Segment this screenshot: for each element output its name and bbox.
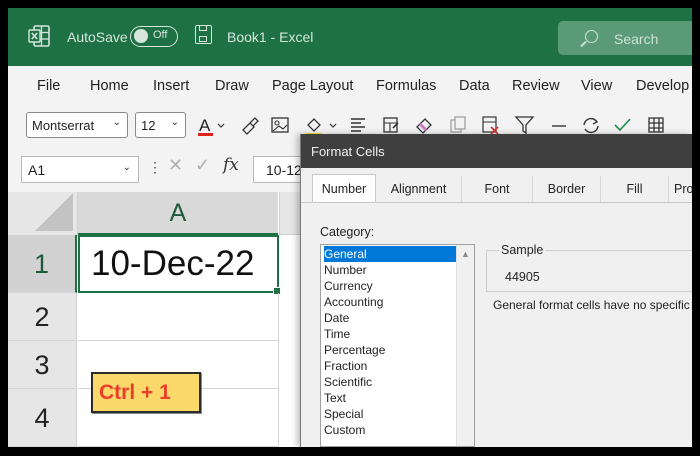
row-header-3[interactable]: 3	[8, 341, 77, 389]
copy-icon[interactable]	[448, 115, 468, 135]
tab-developer[interactable]: Develop	[636, 78, 689, 94]
filter-icon[interactable]	[514, 115, 536, 135]
row-header-4[interactable]: 4	[8, 389, 77, 447]
category-item[interactable]: Date	[324, 310, 457, 326]
ribbon-tabs: File Home Insert Draw Page Layout Formul…	[8, 66, 692, 106]
dialog-title-bar[interactable]: Format Cells	[301, 134, 692, 168]
tab-file[interactable]: File	[37, 78, 60, 94]
tab-alignment[interactable]: Alignment	[376, 176, 462, 202]
tab-fill[interactable]: Fill	[601, 176, 669, 202]
save-icon[interactable]	[195, 25, 212, 44]
document-title: Book1 - Excel	[227, 29, 314, 45]
listbox-scrollbar[interactable]: ▲	[456, 245, 474, 446]
font-name-value: Montserrat	[32, 118, 95, 133]
more-options-icon[interactable]: ⋮	[148, 159, 162, 176]
format-icon[interactable]	[381, 115, 401, 135]
font-size-dropdown[interactable]: 12 ⌄	[135, 112, 186, 138]
eraser-icon[interactable]	[414, 115, 434, 135]
title-bar: AutoSave Off Book1 - Excel Search	[8, 8, 692, 66]
autosave-label: AutoSave	[67, 29, 128, 45]
name-box-value: A1	[28, 162, 46, 178]
grid-icon[interactable]	[646, 115, 666, 135]
format-cells-dialog: Format Cells Number Alignment Font Borde…	[300, 134, 692, 447]
refresh-icon[interactable]	[580, 115, 602, 135]
category-item[interactable]: Fraction	[324, 358, 457, 374]
excel-logo-icon	[28, 25, 50, 47]
search-label: Search	[614, 31, 659, 47]
tab-protection[interactable]: Pro	[669, 176, 692, 202]
select-all-corner[interactable]	[8, 192, 78, 236]
font-name-dropdown[interactable]: Montserrat ⌄	[26, 112, 128, 138]
row-header-2[interactable]: 2	[8, 293, 77, 341]
svg-text:A: A	[199, 116, 211, 135]
dialog-title: Format Cells	[311, 144, 385, 159]
category-item[interactable]: Number	[324, 262, 457, 278]
category-item[interactable]: Time	[324, 326, 457, 342]
formula-value: 10-12	[266, 162, 302, 178]
tab-draw[interactable]: Draw	[215, 78, 249, 94]
screenshot-frame: AutoSave Off Book1 - Excel Search File H…	[0, 0, 700, 456]
tab-page-layout[interactable]: Page Layout	[272, 78, 353, 94]
category-item[interactable]: Special	[324, 406, 457, 422]
cell-a2[interactable]	[78, 293, 279, 341]
search-box[interactable]: Search	[558, 21, 692, 55]
sample-value: 44905	[505, 270, 540, 284]
tab-review[interactable]: Review	[512, 78, 560, 94]
category-label: Category:	[320, 225, 375, 239]
category-listbox[interactable]: General Number Currency Accounting Date …	[320, 244, 475, 447]
tab-home[interactable]: Home	[90, 78, 129, 94]
search-icon	[585, 30, 598, 43]
tab-border[interactable]: Border	[533, 176, 601, 202]
category-item[interactable]: Percentage	[324, 342, 457, 358]
chevron-down-icon: ⌄	[122, 162, 131, 173]
tab-data[interactable]: Data	[459, 78, 490, 94]
check-icon[interactable]	[612, 115, 634, 135]
chevron-down-icon: ⌄	[170, 117, 179, 128]
category-item[interactable]: Accounting	[324, 294, 457, 310]
image-icon[interactable]	[270, 115, 290, 135]
toggle-knob	[134, 29, 148, 43]
minus-icon[interactable]	[550, 115, 570, 135]
dialog-tabs: Number Alignment Font Border Fill Pro	[301, 174, 692, 202]
enter-check-icon[interactable]: ✓	[195, 155, 210, 176]
insert-function-icon[interactable]: fx	[223, 155, 239, 175]
cancel-icon[interactable]: ✕	[168, 155, 183, 176]
name-box[interactable]: A1 ⌄	[21, 156, 139, 183]
row-header-1[interactable]: 1	[8, 235, 77, 293]
tab-insert[interactable]: Insert	[153, 78, 189, 94]
shortcut-badge: Ctrl + 1	[91, 372, 201, 413]
autosave-state: Off	[153, 29, 168, 41]
cell-a1[interactable]: 10-Dec-22	[78, 235, 281, 295]
cell-a1-value: 10-Dec-22	[91, 244, 255, 283]
tab-font[interactable]: Font	[462, 176, 533, 202]
autosave-toggle[interactable]: Off	[130, 26, 178, 47]
tab-number[interactable]: Number	[312, 174, 376, 202]
format-description: General format cells have no specific n	[493, 298, 692, 312]
sample-label: Sample	[499, 243, 546, 257]
category-item[interactable]: Scientific	[324, 374, 457, 390]
column-header-a[interactable]: A	[78, 192, 278, 235]
tab-formulas[interactable]: Formulas	[376, 78, 436, 94]
font-size-value: 12	[141, 118, 156, 133]
category-item[interactable]: Custom	[324, 422, 457, 438]
format-painter-icon[interactable]	[240, 115, 260, 135]
chevron-down-icon: ⌄	[112, 117, 121, 128]
font-color-icon[interactable]: A	[196, 114, 226, 138]
shortcut-text: Ctrl + 1	[99, 381, 171, 404]
category-item[interactable]: Text	[324, 390, 457, 406]
category-item[interactable]: General	[324, 246, 457, 262]
category-item[interactable]: Currency	[324, 278, 457, 294]
scroll-up-icon[interactable]: ▲	[461, 249, 470, 259]
tab-view[interactable]: View	[581, 78, 612, 94]
tab-divider	[301, 202, 692, 203]
align-icon[interactable]	[348, 115, 368, 135]
